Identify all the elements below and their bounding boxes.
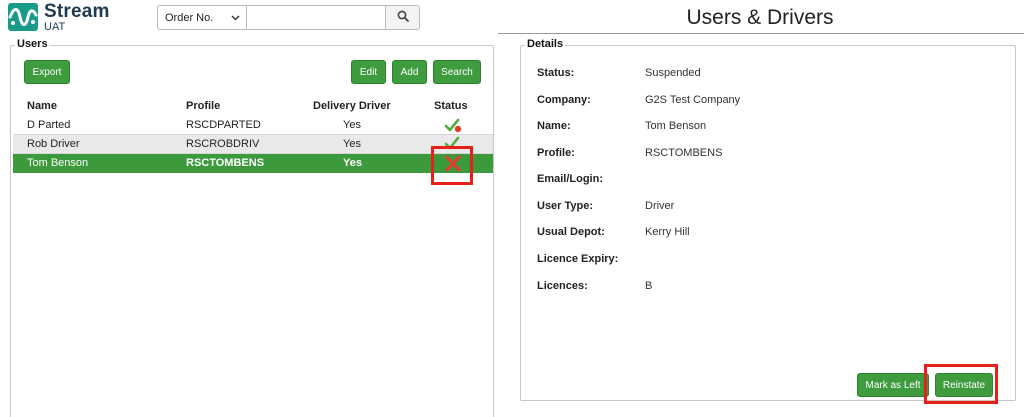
logo-title: Stream xyxy=(44,0,110,22)
cell-profile: RSCTOMBENS xyxy=(186,157,265,169)
chevron-down-icon xyxy=(231,12,240,24)
page-title: Users & Drivers xyxy=(686,6,834,29)
detail-value: Driver xyxy=(645,200,675,212)
users-panel: Users Export Edit Add Search Name Profil… xyxy=(10,38,494,417)
logo-subtitle: UAT xyxy=(44,20,66,33)
details-legend: Details xyxy=(525,38,566,50)
detail-label: Licences: xyxy=(537,280,588,292)
app-header: Stream UAT Order No. Users & Drivers xyxy=(0,0,1024,34)
table-header: Name Profile Delivery Driver Status xyxy=(13,98,493,116)
column-header-profile[interactable]: Profile xyxy=(186,100,220,112)
cell-name: Rob Driver xyxy=(27,138,80,150)
column-header-delivery-driver[interactable]: Delivery Driver xyxy=(313,100,391,112)
detail-value: RSCTOMBENS xyxy=(645,147,723,159)
export-button[interactable]: Export xyxy=(24,60,70,84)
detail-label: Licence Expiry: xyxy=(537,253,619,265)
cell-delivery-driver: Yes xyxy=(343,138,361,150)
reinstate-highlight-box xyxy=(924,364,998,404)
header-divider xyxy=(498,33,1024,34)
cell-profile: RSCDPARTED xyxy=(186,119,261,131)
detail-label: Status: xyxy=(537,67,575,79)
search-type-value: Order No. xyxy=(165,11,214,24)
detail-label: Company: xyxy=(537,94,591,106)
detail-value: Tom Benson xyxy=(645,120,707,132)
detail-value: G2S Test Company xyxy=(645,94,741,106)
search-button[interactable] xyxy=(386,5,420,30)
add-button[interactable]: Add xyxy=(392,60,427,84)
app-logo[interactable]: Stream UAT xyxy=(8,2,128,32)
table-row[interactable]: Rob Driver RSCROBDRIV Yes xyxy=(13,135,493,154)
detail-label: User Type: xyxy=(537,200,594,212)
detail-label: Profile: xyxy=(537,147,575,159)
details-panel: Details Status: Suspended Company: G2S T… xyxy=(520,38,1016,404)
cell-profile: RSCROBDRIV xyxy=(186,138,260,150)
stream-logo-icon xyxy=(8,3,38,31)
order-search: Order No. xyxy=(157,5,420,30)
detail-value: B xyxy=(645,280,653,292)
cell-name: Tom Benson xyxy=(27,157,89,169)
search-icon xyxy=(397,10,409,25)
search-users-button[interactable]: Search xyxy=(433,60,481,84)
cell-delivery-driver: Yes xyxy=(343,157,362,169)
search-input[interactable] xyxy=(246,5,386,30)
column-header-status[interactable]: Status xyxy=(434,100,468,112)
table-row-selected[interactable]: Tom Benson RSCTOMBENS Yes xyxy=(13,154,493,173)
cell-name: D Parted xyxy=(27,119,71,131)
search-type-select[interactable]: Order No. xyxy=(157,5,246,30)
cell-delivery-driver: Yes xyxy=(343,119,361,131)
detail-label: Name: xyxy=(537,120,571,132)
table-row[interactable]: D Parted RSCDPARTED Yes xyxy=(13,116,493,135)
users-legend: Users xyxy=(15,38,50,50)
users-table: Name Profile Delivery Driver Status D Pa… xyxy=(13,98,493,173)
active-check-icon xyxy=(443,117,463,134)
detail-label: Usual Depot: xyxy=(537,226,605,238)
detail-label: Email/Login: xyxy=(537,173,603,185)
detail-value: Suspended xyxy=(645,67,701,79)
detail-value: Kerry Hill xyxy=(645,226,690,238)
edit-button[interactable]: Edit xyxy=(351,60,386,84)
status-highlight-box xyxy=(431,146,473,185)
mark-as-left-button[interactable]: Mark as Left xyxy=(857,373,929,397)
column-header-name[interactable]: Name xyxy=(27,100,57,112)
